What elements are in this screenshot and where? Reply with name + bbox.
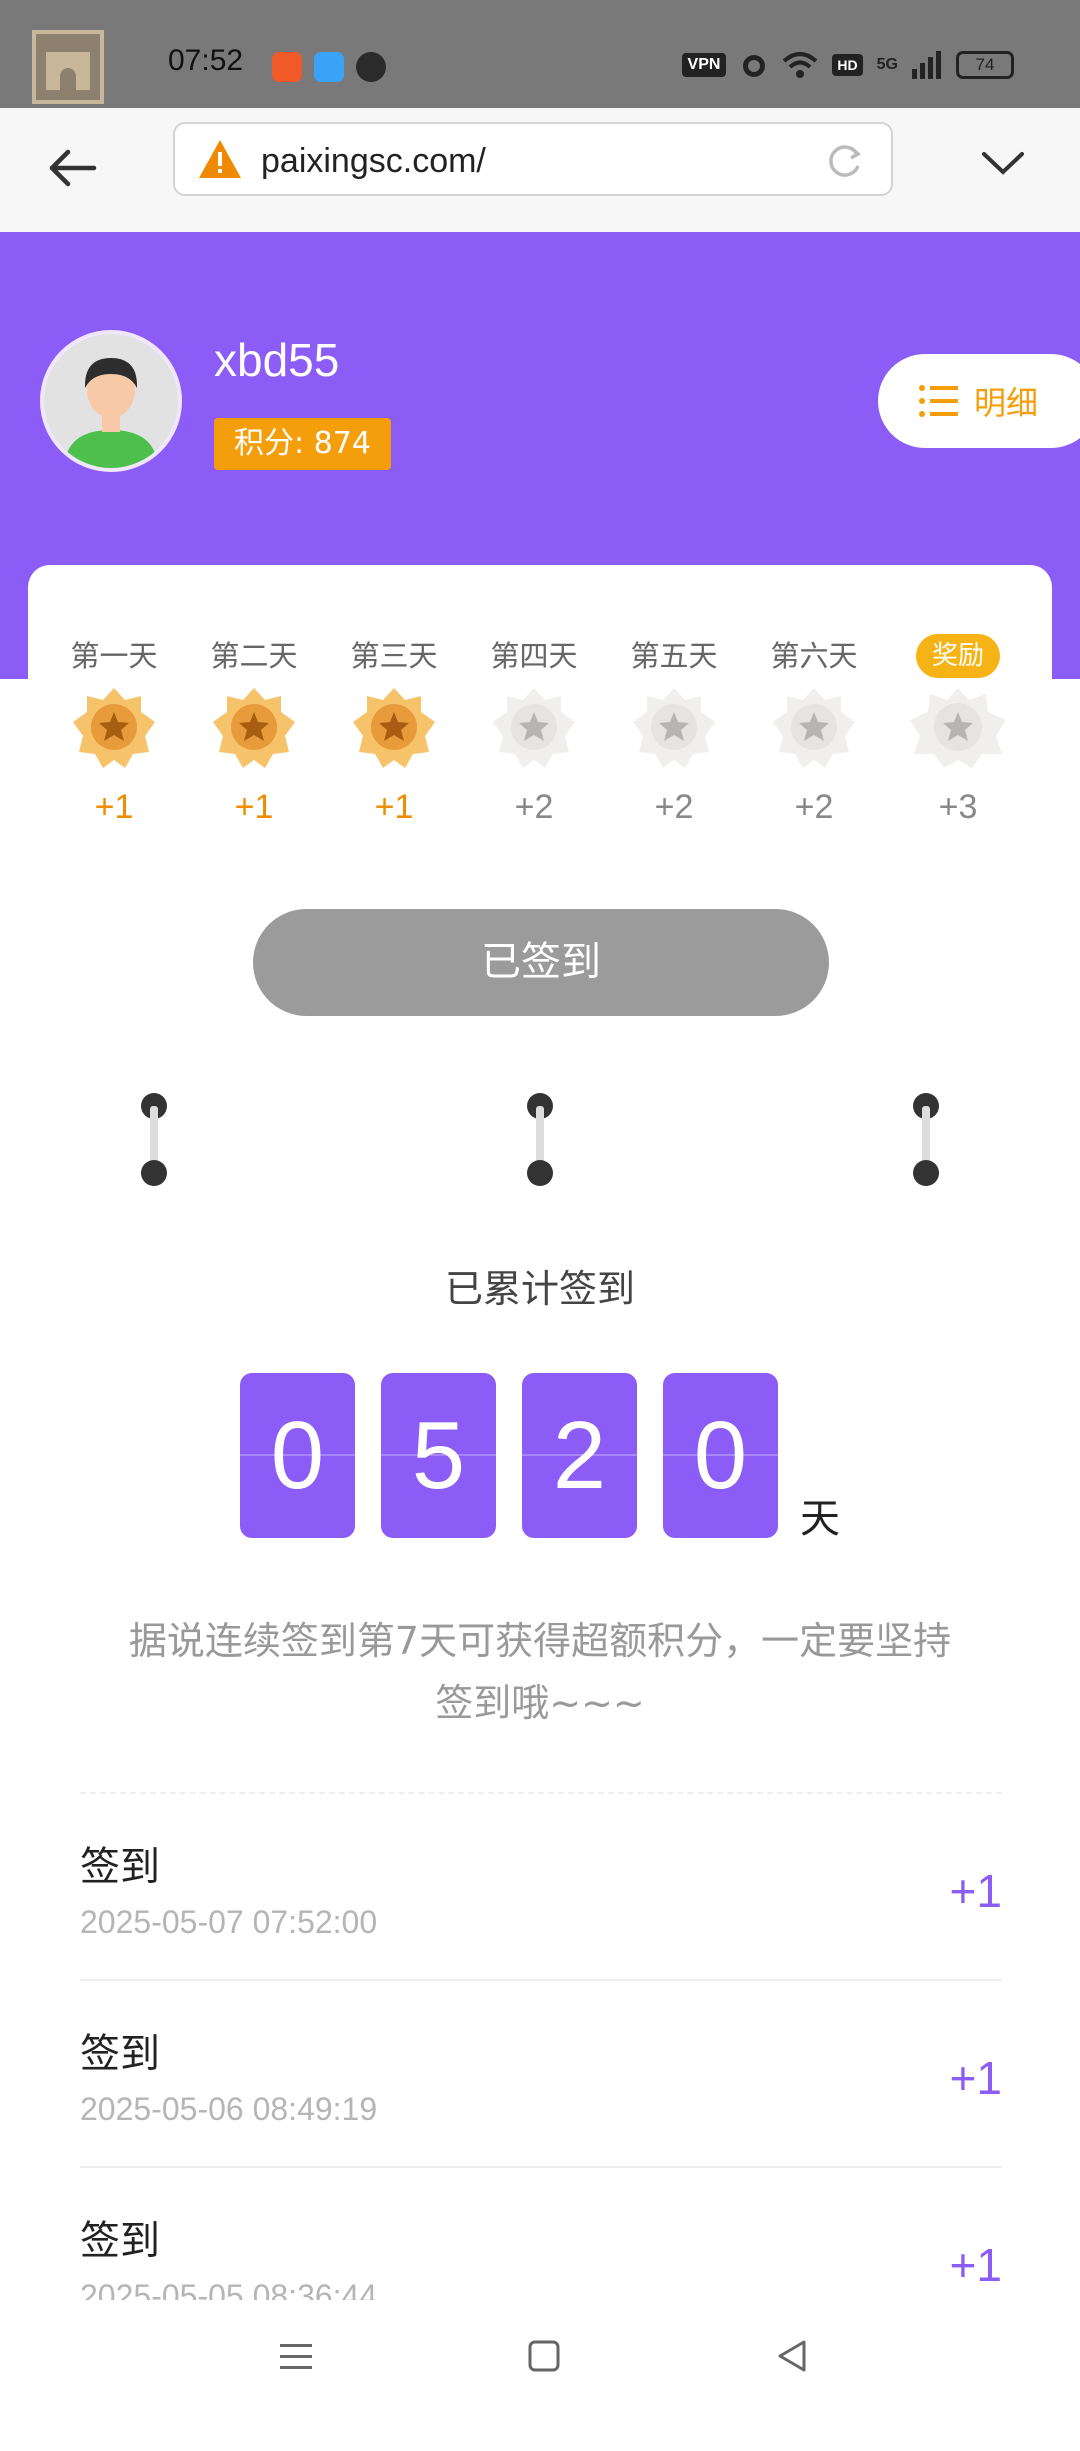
browser-toolbar: paixingsc.com/ [0,108,1080,234]
detail-label: 明细 [974,384,1039,422]
record-points: +1 [949,2052,1002,2104]
star-badge-gray-icon [633,688,715,768]
url-text[interactable]: paixingsc.com/ [261,142,486,181]
list-icon [919,385,958,417]
points-badge: 积分: 874 [214,418,391,470]
counter-digit: 0 [663,1373,778,1538]
day-label: 第三天 [350,639,438,673]
day-label: 第一天 [70,639,158,673]
star-badge-gold-icon [213,688,295,768]
star-badge-gray-icon [493,688,575,768]
star-badge-gray-icon [773,688,855,768]
status-time: 07:52 [168,44,244,77]
notification-icons [272,52,386,82]
list-item: 签到 2025-05-06 08:49:19 +1 [80,1981,1002,2168]
reward-label: 奖励 [915,634,1000,678]
binder-ring-icon [527,1093,553,1186]
chevron-down-icon[interactable] [978,144,1028,184]
day-label: 第五天 [630,639,718,673]
menu-icon[interactable] [274,2334,318,2378]
reload-icon[interactable] [823,140,865,182]
counter-unit: 天 [800,1496,840,1542]
checkin-days: 第一天 +1 第二天 +1 第三天 +1 第四天 +2 第五天 +2 第六天 +… [28,634,1052,854]
star-badge-gold-icon [73,688,155,768]
battery-indicator: 74 [956,51,1014,79]
day-label: 第二天 [210,639,298,673]
day-reward: 奖励 +3 [888,634,1028,827]
wifi-icon [783,52,818,78]
counter-digit: 2 [522,1373,637,1538]
warning-triangle-icon [199,140,241,178]
home-icon[interactable] [522,2334,566,2378]
day-1: 第一天 +1 [44,634,184,827]
day-5: 第五天 +2 [604,634,744,827]
cumulative-label: 已累计签到 [444,1267,635,1311]
checkin-records: 签到 2025-05-07 07:52:00 +1 签到 2025-05-06 … [80,1792,1002,2355]
day-points: +1 [374,788,414,826]
day-6: 第六天 +2 [744,634,884,827]
star-badge-gray-icon [910,688,1006,768]
star-badge-gold-icon [353,688,435,768]
record-points: +1 [949,1865,1002,1917]
record-title: 签到 [80,2031,160,2077]
avatar[interactable] [40,330,182,472]
hd-indicator: HD [832,54,863,76]
wechat-notification-icon [356,52,386,82]
status-bar: 07:52 VPN HD 5G 74 [0,0,1080,108]
day-3: 第三天 +1 [324,634,464,827]
counter-digit: 0 [240,1373,355,1538]
record-time: 2025-05-07 07:52:00 [80,1904,378,1940]
day-points: +2 [654,788,694,826]
day-points: +1 [94,788,134,826]
vpn-indicator: VPN [681,53,727,77]
detail-button[interactable]: 明细 [878,354,1080,448]
day-points: +2 [794,788,834,826]
cumulative-counter: 0 5 2 0 [240,1373,778,1538]
day-points: +2 [514,788,554,826]
day-2: 第二天 +1 [184,634,324,827]
avatar-person-icon [44,334,178,468]
record-points: +1 [949,2239,1002,2291]
record-title: 签到 [80,1844,160,1890]
binder-ring-icon [141,1093,167,1186]
day-4: 第四天 +2 [464,634,604,827]
back-triangle-icon[interactable] [770,2334,814,2378]
list-item: 签到 2025-05-07 07:52:00 +1 [80,1794,1002,1981]
record-time: 2025-05-06 08:49:19 [80,2091,378,2127]
binder-ring-icon [913,1093,939,1186]
system-nav-bar [0,2300,1080,2412]
bonus-tip: 据说连续签到第7天可获得超额积分，一定要坚持签到哦~~~ [128,1619,952,1725]
address-bar[interactable]: paixingsc.com/ [173,122,893,196]
signal-icon [912,51,941,79]
castle-app-icon [32,30,104,104]
day-points: +3 [938,788,978,826]
weather-notification-icon [314,52,344,82]
day-label: 第四天 [490,639,578,673]
day-label: 第六天 [770,639,858,673]
day-points: +1 [234,788,274,826]
status-indicators: VPN HD 5G 74 [681,50,1014,80]
username: xbd55 [214,334,340,386]
counter-digit: 5 [381,1373,496,1538]
alarm-icon [743,55,766,77]
app-notification-icon [272,52,302,82]
back-arrow-icon[interactable] [42,138,102,198]
signed-button[interactable]: 已签到 [253,909,829,1016]
record-title: 签到 [80,2218,160,2264]
network-type: 5G [876,56,898,73]
